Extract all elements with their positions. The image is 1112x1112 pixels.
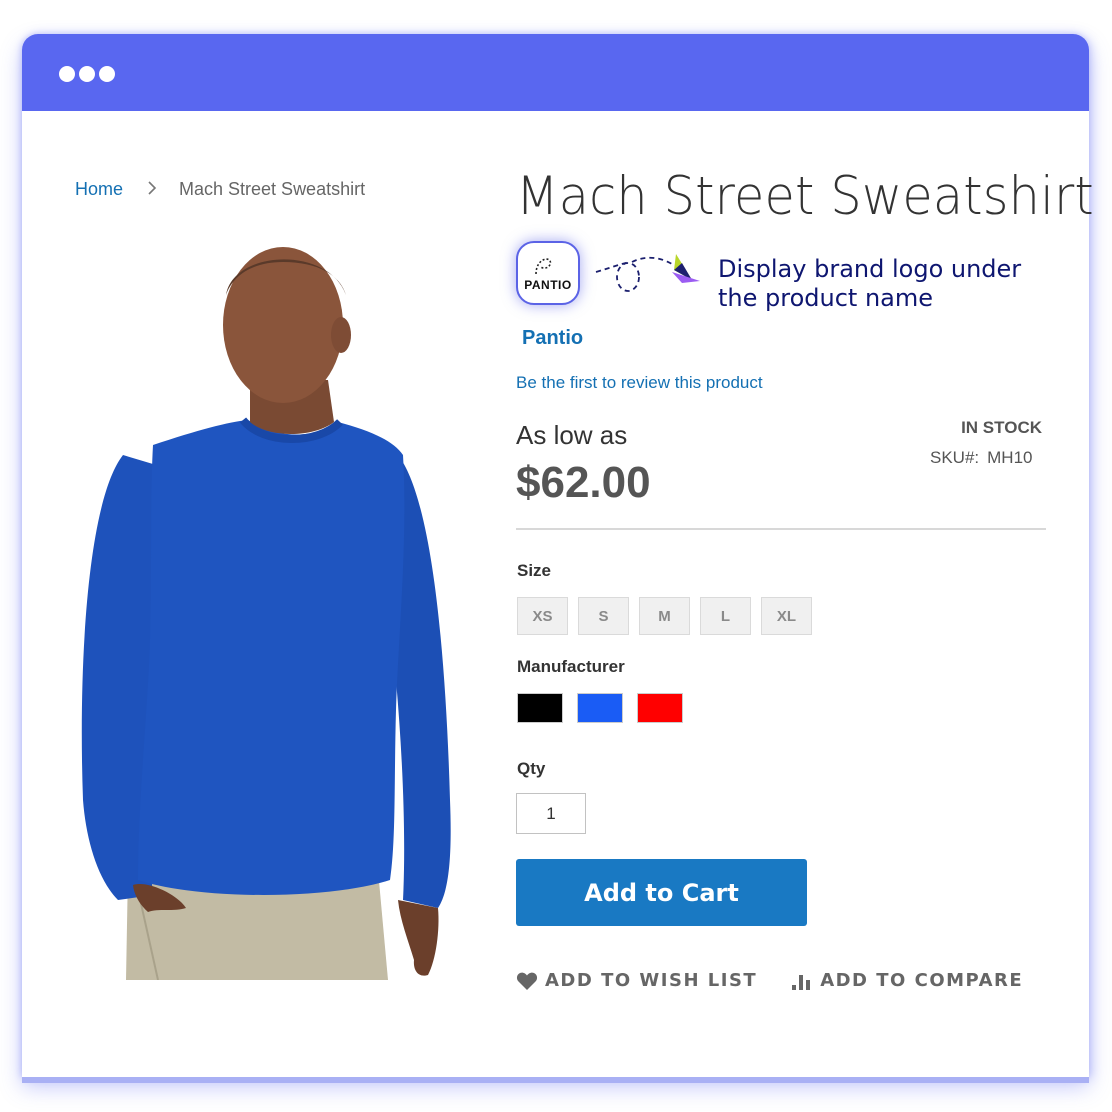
- brand-name-link[interactable]: Pantio: [522, 327, 583, 350]
- sku-label: SKU#:: [930, 448, 980, 467]
- size-option-l[interactable]: L: [700, 597, 751, 635]
- compare-bars-icon: [792, 974, 811, 990]
- product-image-torso: [138, 420, 405, 895]
- breadcrumb-current: Mach Street Sweatshirt: [179, 179, 366, 199]
- window-dot-icon[interactable]: [99, 66, 115, 82]
- window-dot-icon[interactable]: [59, 66, 75, 82]
- add-to-cart-button[interactable]: Add to Cart: [516, 859, 807, 926]
- swatch-blue[interactable]: [577, 693, 623, 723]
- add-to-compare-label: ADD TO COMPARE: [820, 970, 1024, 991]
- add-to-compare-link[interactable]: ADD TO COMPARE: [791, 970, 1023, 991]
- annotation-text: Display brand logo under the product nam…: [718, 255, 1022, 312]
- qty-label: Qty: [517, 759, 546, 778]
- size-option-xl[interactable]: XL: [761, 597, 812, 635]
- product-price: $62.00: [516, 458, 651, 507]
- swatch-black[interactable]: [517, 693, 563, 723]
- add-to-wishlist-label: ADD TO WISH LIST: [545, 970, 758, 991]
- heart-icon: [516, 972, 538, 990]
- brand-logo-text: PANTIO: [524, 278, 572, 292]
- breadcrumb-separator-icon: [147, 179, 157, 200]
- size-option-s[interactable]: S: [578, 597, 629, 635]
- breadcrumb-home-link[interactable]: Home: [75, 179, 123, 200]
- brand-mark-icon: [535, 258, 552, 275]
- price-label: As low as: [516, 420, 628, 450]
- brand-logo[interactable]: PANTIO: [516, 241, 580, 305]
- secondary-actions: ADD TO WISH LIST ADD TO COMPARE: [516, 970, 1023, 991]
- size-option-xs[interactable]: XS: [517, 597, 568, 635]
- sku: SKU#: MH10: [930, 448, 1042, 468]
- manufacturer-swatches: [517, 693, 683, 723]
- review-link[interactable]: Be the first to review this product: [516, 373, 763, 393]
- size-options: XS S M L XL: [517, 597, 812, 635]
- manufacturer-label: Manufacturer: [517, 657, 625, 676]
- product-image[interactable]: [78, 240, 458, 980]
- window-titlebar: [22, 34, 1089, 111]
- price-divider: [516, 528, 1046, 530]
- annotation-arrow-icon: [595, 254, 700, 292]
- window-dot-icon[interactable]: [79, 66, 95, 82]
- breadcrumb: Home Mach Street Sweatshirt: [75, 179, 365, 200]
- size-option-m[interactable]: M: [639, 597, 690, 635]
- sku-value: MH10: [987, 448, 1033, 467]
- product-title: Mach Street Sweatshirt: [516, 166, 1094, 227]
- product-image-hand-right: [398, 900, 439, 976]
- size-label: Size: [517, 561, 552, 580]
- add-to-wishlist-link[interactable]: ADD TO WISH LIST: [516, 970, 757, 991]
- swatch-red[interactable]: [637, 693, 683, 723]
- paper-plane-icon: [672, 254, 700, 283]
- qty-input[interactable]: [516, 793, 586, 834]
- stock-status: IN STOCK: [961, 418, 1042, 437]
